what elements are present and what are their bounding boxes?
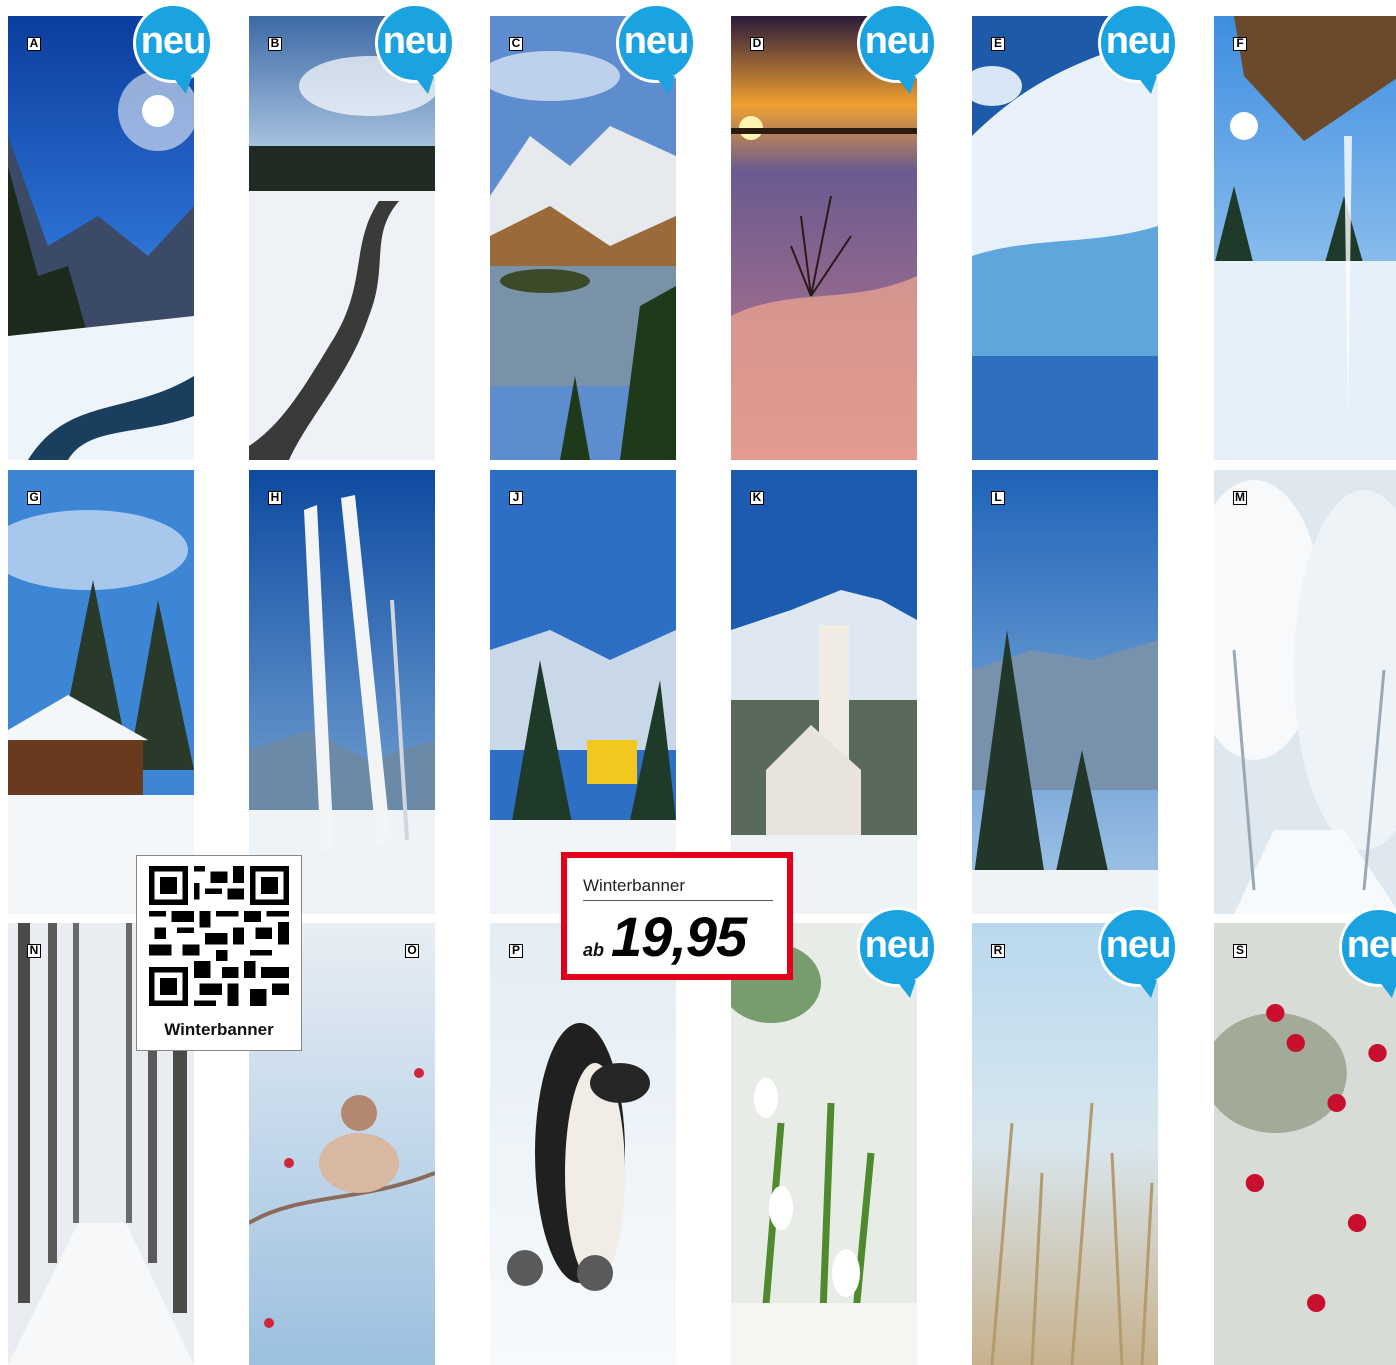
price-title: Winterbanner: [583, 876, 686, 895]
banner-letter: E: [991, 37, 1005, 51]
banner-letter: L: [991, 491, 1005, 505]
banner-b-image: [249, 16, 435, 460]
banner-q[interactable]: Q: [731, 923, 917, 1365]
price-value: 19,95: [611, 905, 747, 968]
banner-letter: F: [1233, 37, 1247, 51]
banner-b[interactable]: B: [249, 16, 435, 460]
neu-badge: neu: [133, 3, 213, 94]
banner-f-image: [1214, 16, 1396, 460]
banner-k[interactable]: K: [731, 470, 917, 914]
banner-letter: C: [509, 37, 523, 51]
banner-letter: M: [1233, 490, 1247, 505]
banner-r[interactable]: R: [972, 923, 1158, 1365]
qr-code-icon: [149, 866, 289, 1006]
banner-f[interactable]: F: [1214, 16, 1396, 460]
banner-a[interactable]: A: [8, 16, 194, 460]
banner-k-image: [731, 470, 917, 914]
banner-letter: B: [268, 37, 282, 51]
qr-label: Winterbanner: [164, 1020, 274, 1039]
banner-p[interactable]: P: [490, 923, 676, 1365]
banner-letter: S: [1233, 944, 1247, 958]
neu-badge: neu: [1098, 907, 1178, 998]
banner-g[interactable]: G: [8, 470, 194, 914]
banner-letter: K: [750, 491, 764, 505]
banner-p-image: [490, 923, 676, 1365]
banner-letter: N: [27, 944, 41, 958]
banner-letter: P: [509, 944, 523, 958]
banner-r-image: [972, 923, 1158, 1365]
banner-e-image: [972, 16, 1158, 460]
neu-badge: neu: [616, 3, 696, 94]
banner-d-image: [731, 16, 917, 460]
banner-h-image: [249, 470, 435, 914]
banner-e[interactable]: E: [972, 16, 1158, 460]
banner-letter: O: [405, 944, 419, 958]
banner-a-image: [8, 16, 194, 460]
banner-letter: H: [268, 491, 282, 505]
banner-c-image: [490, 16, 676, 460]
banner-letter: R: [991, 944, 1005, 958]
banner-j-image: [490, 470, 676, 914]
banner-m-image: [1214, 470, 1396, 914]
banner-c[interactable]: C: [490, 16, 676, 460]
price-prefix: ab: [583, 940, 605, 960]
price-divider: [583, 900, 773, 901]
banner-h[interactable]: H: [249, 470, 435, 914]
qr-code-box[interactable]: Winterbanner: [136, 855, 302, 1051]
banner-m[interactable]: M: [1214, 470, 1396, 914]
banner-j[interactable]: J: [490, 470, 676, 914]
banner-letter: D: [750, 37, 764, 51]
banner-l[interactable]: L: [972, 470, 1158, 914]
neu-badge: neu: [857, 907, 937, 998]
banner-l-image: [972, 470, 1158, 914]
banner-letter: G: [27, 491, 41, 505]
banner-d[interactable]: D: [731, 16, 917, 460]
neu-badge: neu: [857, 3, 937, 94]
banner-g-image: [8, 470, 194, 914]
banner-letter: A: [27, 37, 41, 51]
neu-badge: neu: [375, 3, 455, 94]
price-tag: Winterbanner ab 19,95: [561, 852, 793, 980]
banner-q-image: [731, 923, 917, 1365]
neu-badge: neu: [1098, 3, 1178, 94]
banner-s[interactable]: S: [1214, 923, 1396, 1365]
banner-letter: J: [509, 491, 523, 505]
banner-s-image: [1214, 923, 1396, 1365]
